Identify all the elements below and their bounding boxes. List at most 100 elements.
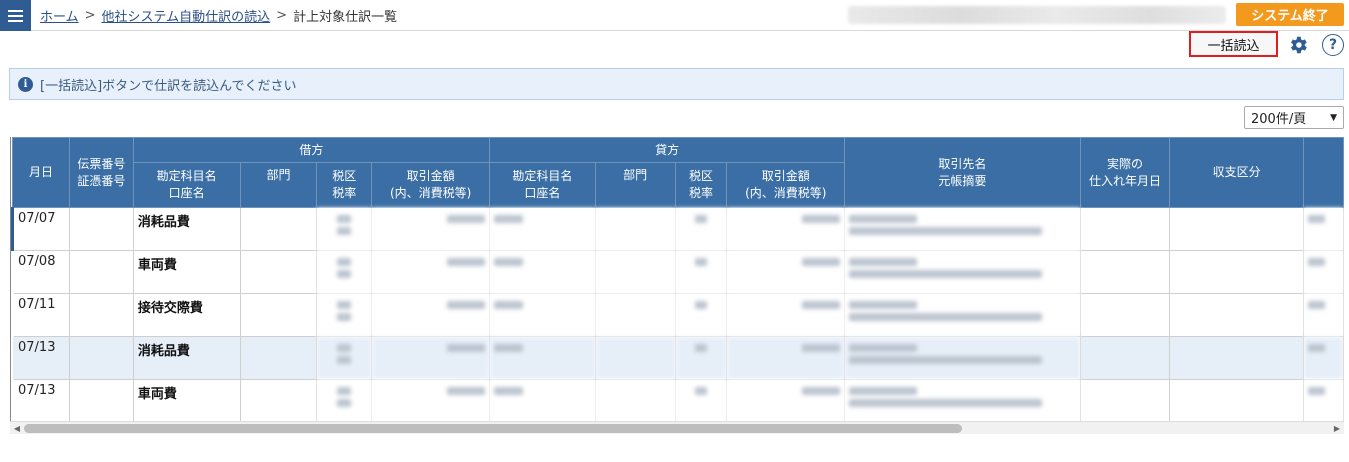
credit-tax-cell[interactable] bbox=[674, 379, 728, 421]
debit-account-cell[interactable]: 接待交際費 bbox=[132, 293, 241, 337]
debit-tax-cell[interactable] bbox=[316, 379, 373, 421]
horizontal-scrollbar[interactable]: ◀ ▶ bbox=[10, 421, 1344, 434]
column-header-income-type[interactable]: 収支区分 bbox=[1169, 137, 1304, 208]
income-type-cell[interactable] bbox=[1169, 379, 1304, 421]
table-row[interactable]: 07/08 車両費 bbox=[12, 250, 1344, 294]
credit-tax-cell[interactable] bbox=[674, 336, 728, 380]
debit-dept-cell[interactable] bbox=[239, 336, 318, 380]
slip-number-cell[interactable] bbox=[68, 293, 134, 337]
slip-number-cell[interactable] bbox=[68, 207, 134, 251]
debit-tax-cell[interactable] bbox=[316, 250, 373, 294]
credit-dept-cell[interactable] bbox=[594, 336, 676, 380]
credit-dept-cell[interactable] bbox=[594, 293, 676, 337]
scrollbar-thumb[interactable] bbox=[24, 424, 962, 433]
credit-dept-cell[interactable] bbox=[594, 379, 676, 421]
credit-tax-cell[interactable] bbox=[674, 250, 728, 294]
column-header-credit-dept[interactable]: 部門 bbox=[594, 162, 676, 208]
hamburger-menu-icon[interactable] bbox=[0, 0, 31, 31]
slip-number-cell[interactable] bbox=[68, 250, 134, 294]
credit-account-cell[interactable] bbox=[489, 250, 596, 294]
debit-dept-cell[interactable] bbox=[239, 293, 318, 337]
column-header-debit-dept[interactable]: 部門 bbox=[239, 162, 318, 208]
column-header-debit-tax[interactable]: 税区 税率 bbox=[316, 162, 373, 208]
debit-account-cell[interactable]: 車両費 bbox=[132, 250, 241, 294]
actual-date-cell[interactable] bbox=[1079, 250, 1171, 294]
credit-amount-cell[interactable] bbox=[726, 336, 846, 380]
partner-cell[interactable] bbox=[844, 293, 1081, 337]
debit-tax-cell[interactable] bbox=[316, 336, 373, 380]
slip-number-cell[interactable] bbox=[68, 336, 134, 380]
debit-account-cell[interactable]: 消耗品費 bbox=[132, 336, 241, 380]
partner-cell[interactable] bbox=[844, 379, 1081, 421]
debit-amount-cell[interactable] bbox=[371, 336, 490, 380]
help-icon[interactable]: ? bbox=[1322, 34, 1344, 56]
column-header-actual-date[interactable]: 実際の 仕入れ年月日 bbox=[1079, 137, 1171, 208]
debit-dept-cell[interactable] bbox=[239, 207, 318, 251]
debit-tax-cell[interactable] bbox=[316, 293, 373, 337]
bulk-import-button[interactable]: 一括読込 bbox=[1189, 31, 1278, 57]
debit-dept-cell[interactable] bbox=[239, 250, 318, 294]
credit-tax-cell[interactable] bbox=[674, 293, 728, 337]
income-type-cell[interactable] bbox=[1169, 207, 1304, 251]
debit-dept-cell[interactable] bbox=[239, 379, 318, 421]
column-header-credit-tax[interactable]: 税区 税率 bbox=[674, 162, 728, 208]
overflow-cell[interactable] bbox=[1303, 250, 1344, 294]
debit-amount-cell[interactable] bbox=[371, 207, 490, 251]
debit-amount-cell[interactable] bbox=[371, 293, 490, 337]
credit-tax-cell[interactable] bbox=[674, 207, 728, 251]
date-cell[interactable]: 07/13 bbox=[12, 379, 70, 421]
per-page-select[interactable]: 200件/頁 ▼ bbox=[1244, 106, 1344, 129]
date-cell[interactable]: 07/11 bbox=[12, 293, 70, 337]
partner-cell[interactable] bbox=[844, 336, 1081, 380]
credit-amount-cell[interactable] bbox=[726, 293, 846, 337]
table-row[interactable]: 07/13 車両費 bbox=[12, 379, 1344, 421]
credit-account-cell[interactable] bbox=[489, 293, 596, 337]
debit-account-cell[interactable]: 車両費 bbox=[132, 379, 241, 421]
column-header-partner[interactable]: 取引先名 元帳摘要 bbox=[844, 137, 1081, 208]
debit-amount-cell[interactable] bbox=[371, 379, 490, 421]
overflow-cell[interactable] bbox=[1303, 379, 1344, 421]
overflow-cell[interactable] bbox=[1303, 336, 1344, 380]
table-row[interactable]: 07/11 接待交際費 bbox=[12, 293, 1344, 337]
breadcrumb-auto-journal-link[interactable]: 他社システム自動仕訳の読込 bbox=[102, 6, 271, 25]
debit-amount-cell[interactable] bbox=[371, 250, 490, 294]
debit-account-cell[interactable]: 消耗品費 bbox=[132, 207, 241, 251]
overflow-cell[interactable] bbox=[1303, 293, 1344, 337]
credit-amount-cell[interactable] bbox=[726, 250, 846, 294]
actual-date-cell[interactable] bbox=[1079, 293, 1171, 337]
partner-cell[interactable] bbox=[844, 250, 1081, 294]
actual-date-cell[interactable] bbox=[1079, 207, 1171, 251]
actual-date-cell[interactable] bbox=[1079, 379, 1171, 421]
system-exit-button[interactable]: システム終了 bbox=[1236, 3, 1344, 26]
credit-account-cell[interactable] bbox=[489, 379, 596, 421]
credit-dept-cell[interactable] bbox=[594, 207, 676, 251]
table-row[interactable]: 07/13 消耗品費 bbox=[12, 336, 1344, 380]
date-cell[interactable]: 07/08 bbox=[12, 250, 70, 294]
income-type-cell[interactable] bbox=[1169, 293, 1304, 337]
credit-amount-cell[interactable] bbox=[726, 207, 846, 251]
breadcrumb-home-link[interactable]: ホーム bbox=[40, 6, 79, 25]
scroll-right-icon[interactable]: ▶ bbox=[1331, 423, 1343, 434]
column-header-date[interactable]: 月日 bbox=[12, 137, 70, 208]
date-cell[interactable]: 07/07 bbox=[11, 207, 70, 251]
income-type-cell[interactable] bbox=[1169, 336, 1304, 380]
column-header-credit-account[interactable]: 勘定科目名 口座名 bbox=[489, 162, 596, 208]
credit-dept-cell[interactable] bbox=[594, 250, 676, 294]
slip-number-cell[interactable] bbox=[68, 379, 134, 421]
column-header-debit-account[interactable]: 勘定科目名 口座名 bbox=[132, 162, 241, 208]
credit-amount-cell[interactable] bbox=[726, 379, 846, 421]
overflow-cell[interactable] bbox=[1303, 207, 1344, 251]
column-header-slip-number[interactable]: 伝票番号 証憑番号 bbox=[68, 137, 134, 208]
scroll-left-icon[interactable]: ◀ bbox=[11, 423, 23, 434]
partner-cell[interactable] bbox=[844, 207, 1081, 251]
credit-account-cell[interactable] bbox=[489, 207, 596, 251]
credit-account-cell[interactable] bbox=[489, 336, 596, 380]
income-type-cell[interactable] bbox=[1169, 250, 1304, 294]
actual-date-cell[interactable] bbox=[1079, 336, 1171, 380]
date-cell[interactable]: 07/13 bbox=[12, 336, 70, 380]
table-row[interactable]: 07/07 消耗品費 bbox=[11, 207, 1344, 251]
debit-tax-cell[interactable] bbox=[316, 207, 373, 251]
column-header-credit-amount[interactable]: 取引金額 (内、消費税等) bbox=[726, 162, 846, 208]
column-header-debit-amount[interactable]: 取引金額 (内、消費税等) bbox=[371, 162, 490, 208]
gear-icon[interactable] bbox=[1287, 34, 1309, 56]
